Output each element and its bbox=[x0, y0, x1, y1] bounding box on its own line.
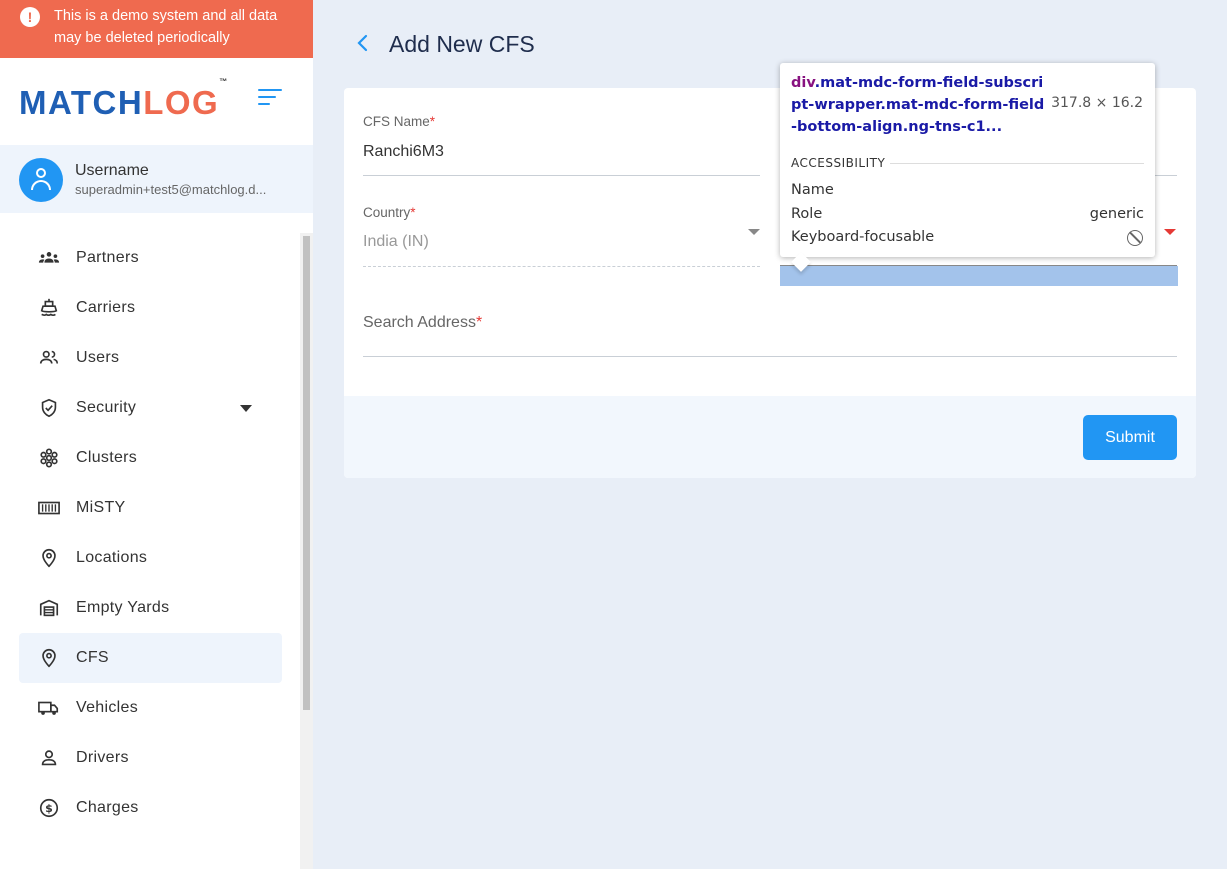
sidebar-item-charges[interactable]: $ Charges bbox=[0, 783, 300, 833]
menu-toggle-icon[interactable] bbox=[258, 89, 282, 107]
sidebar-item-label: Locations bbox=[76, 549, 148, 566]
svg-text:$: $ bbox=[45, 802, 53, 815]
country-label: Country* bbox=[363, 205, 416, 220]
sidebar-nav: Partners Carriers Users Security Cluster… bbox=[0, 233, 300, 833]
submit-button[interactable]: Submit bbox=[1083, 415, 1177, 460]
page-title: Add New CFS bbox=[389, 31, 535, 57]
sidebar-item-carriers[interactable]: Carriers bbox=[0, 283, 300, 333]
tooltip-role-value: generic bbox=[1089, 206, 1144, 222]
users-icon bbox=[39, 350, 59, 364]
cfs-name-input[interactable]: Ranchi6M3 bbox=[363, 143, 444, 161]
matchlog-logo[interactable]: MATCHLOG™ bbox=[19, 77, 227, 122]
warehouse-icon bbox=[39, 599, 59, 617]
user-email: superadmin+test5@matchlog.d... bbox=[75, 182, 267, 197]
tooltip-divider bbox=[890, 163, 1144, 164]
location-pin-icon bbox=[42, 548, 56, 568]
warning-icon bbox=[20, 7, 40, 27]
sidebar-item-label: Security bbox=[76, 399, 137, 416]
container-icon bbox=[38, 501, 60, 515]
country-select[interactable]: India (IN) bbox=[363, 233, 429, 251]
sidebar-item-label: CFS bbox=[76, 649, 109, 666]
tooltip-role-key: Role bbox=[791, 206, 823, 222]
sidebar-item-label: Vehicles bbox=[76, 699, 138, 716]
country-dropdown-arrow-icon[interactable] bbox=[748, 229, 760, 235]
sidebar-item-security[interactable]: Security bbox=[0, 383, 300, 433]
cfs-name-underline bbox=[363, 175, 760, 176]
sidebar-item-misty[interactable]: MiSTY bbox=[0, 483, 300, 533]
tooltip-dimensions: 317.8 × 16.2 bbox=[1051, 95, 1143, 111]
inspected-element-highlight bbox=[780, 266, 1178, 286]
sidebar-item-users[interactable]: Users bbox=[0, 333, 300, 383]
sidebar-item-label: Partners bbox=[76, 249, 139, 266]
sidebar-item-label: Users bbox=[76, 349, 120, 366]
shield-icon bbox=[41, 398, 57, 418]
avatar bbox=[19, 158, 63, 202]
not-allowed-icon bbox=[1127, 230, 1143, 246]
sidebar: This is a demo system and all data may b… bbox=[0, 0, 313, 869]
sidebar-item-clusters[interactable]: Clusters bbox=[0, 433, 300, 483]
clusters-icon bbox=[40, 448, 58, 468]
tooltip-selector: div.mat-mdc-form-field-subscript-wrapper… bbox=[791, 75, 1045, 135]
ship-icon bbox=[40, 298, 58, 316]
sidebar-item-drivers[interactable]: Drivers bbox=[0, 733, 300, 783]
scrollbar-thumb[interactable] bbox=[303, 236, 310, 710]
dollar-circle-icon: $ bbox=[39, 798, 59, 818]
dropdown-arrow-icon[interactable] bbox=[1164, 229, 1176, 235]
tooltip-focus-key: Keyboard-focusable bbox=[791, 229, 935, 245]
demo-banner: This is a demo system and all data may b… bbox=[0, 0, 313, 58]
cfs-name-label: CFS Name* bbox=[363, 114, 436, 129]
sidebar-item-label: Carriers bbox=[76, 299, 136, 316]
sidebar-item-locations[interactable]: Locations bbox=[0, 533, 300, 583]
sidebar-item-cfs[interactable]: CFS bbox=[0, 633, 300, 683]
search-address-input[interactable] bbox=[363, 356, 1177, 357]
person-icon bbox=[41, 750, 57, 766]
user-name: Username bbox=[75, 162, 149, 179]
sidebar-item-vehicles[interactable]: Vehicles bbox=[0, 683, 300, 733]
form-footer bbox=[344, 396, 1196, 478]
demo-banner-text: This is a demo system and all data may b… bbox=[54, 8, 278, 46]
sidebar-item-label: Clusters bbox=[76, 449, 138, 466]
user-profile[interactable]: Username superadmin+test5@matchlog.d... bbox=[0, 145, 313, 213]
sidebar-scrollbar[interactable] bbox=[300, 233, 313, 869]
chevron-down-icon[interactable] bbox=[240, 405, 252, 412]
partners-icon bbox=[38, 252, 60, 263]
country-underline bbox=[363, 266, 760, 267]
truck-icon bbox=[38, 701, 59, 715]
sidebar-item-empty-yards[interactable]: Empty Yards bbox=[0, 583, 300, 633]
sidebar-item-label: Empty Yards bbox=[76, 599, 170, 616]
location-pin-icon bbox=[42, 648, 56, 668]
search-address-label: Search Address* bbox=[363, 314, 483, 331]
devtools-inspect-tooltip: div.mat-mdc-form-field-subscript-wrapper… bbox=[780, 63, 1155, 272]
sidebar-item-label: MiSTY bbox=[76, 499, 126, 516]
sidebar-item-label: Drivers bbox=[76, 749, 129, 766]
sidebar-item-partners[interactable]: Partners bbox=[0, 233, 300, 283]
tooltip-name-key: Name bbox=[791, 182, 834, 198]
sidebar-item-label: Charges bbox=[76, 799, 139, 816]
tooltip-section-title: ACCESSIBILITY bbox=[791, 156, 886, 170]
back-arrow-icon[interactable] bbox=[353, 33, 373, 53]
